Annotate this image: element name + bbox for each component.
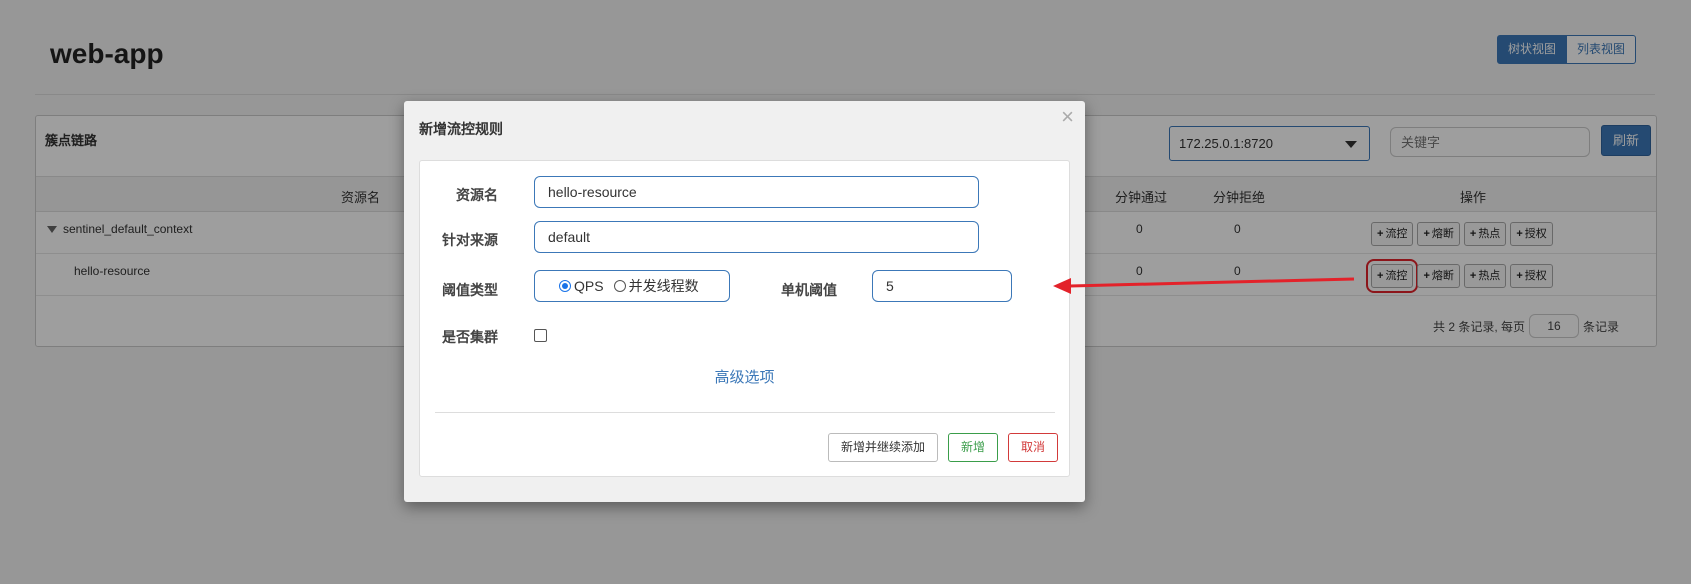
annotation-arrow (1053, 277, 1355, 294)
annotation-arrow-line (1069, 277, 1355, 288)
annotation-arrow-head (1053, 278, 1071, 294)
